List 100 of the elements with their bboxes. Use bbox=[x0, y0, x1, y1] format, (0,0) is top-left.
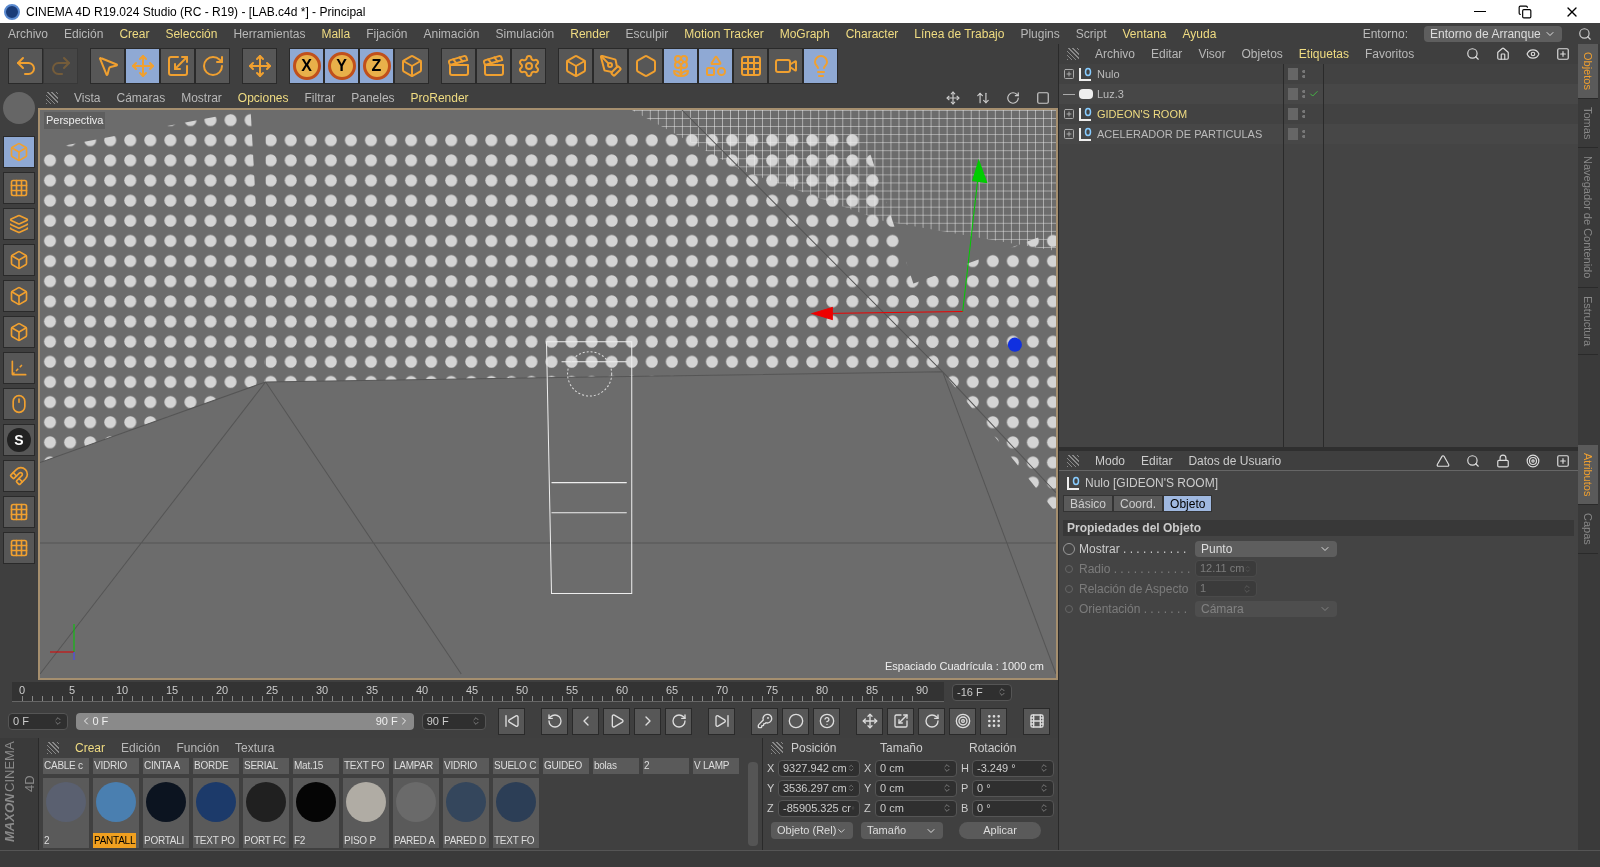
menu-item[interactable]: Textura bbox=[235, 740, 275, 756]
menu-item[interactable]: Favoritos bbox=[1364, 46, 1415, 62]
coordinate-field[interactable]: 0 ° bbox=[972, 799, 1054, 817]
toolbar-button[interactable] bbox=[160, 48, 195, 84]
menu-item[interactable]: Opciones bbox=[237, 90, 289, 106]
toolbar-button[interactable] bbox=[768, 48, 803, 84]
material-swatch[interactable]: TEXT FO bbox=[493, 778, 539, 848]
playback-button[interactable] bbox=[572, 707, 599, 735]
material-label[interactable]: CINTA A bbox=[143, 758, 189, 774]
playback-button[interactable] bbox=[949, 707, 976, 735]
tool-button[interactable] bbox=[3, 136, 35, 168]
toolbar-button[interactable] bbox=[698, 48, 733, 84]
visibility-toggle[interactable] bbox=[1288, 88, 1298, 100]
menu-item[interactable]: Malla bbox=[321, 25, 351, 42]
tool-button[interactable] bbox=[3, 172, 35, 204]
menu-item[interactable]: Selección bbox=[165, 25, 218, 42]
menu-item[interactable]: Modo bbox=[1095, 452, 1126, 469]
menu-item[interactable]: Objetos bbox=[1241, 46, 1283, 62]
playback-button[interactable] bbox=[541, 707, 568, 735]
material-label[interactable]: 2 bbox=[643, 758, 689, 774]
expand-icon[interactable] bbox=[1063, 108, 1075, 120]
menu-item[interactable]: Línea de Trabajo bbox=[914, 25, 1005, 42]
tool-button[interactable] bbox=[3, 460, 35, 492]
side-tab[interactable]: Objetos bbox=[1578, 44, 1598, 99]
coordinate-field[interactable]: -3.249 ° bbox=[972, 759, 1054, 777]
current-frame-field[interactable]: -16 F bbox=[952, 683, 1012, 701]
menu-item[interactable]: Character bbox=[845, 25, 899, 42]
material-label[interactable]: LAMPAR bbox=[393, 758, 439, 774]
expand-icon[interactable] bbox=[1063, 128, 1075, 140]
material-label[interactable]: Mat.15 bbox=[293, 758, 339, 774]
menu-item[interactable]: Archivo bbox=[1095, 46, 1135, 62]
toolbar-button[interactable] bbox=[663, 48, 698, 84]
playback-button[interactable] bbox=[498, 707, 525, 735]
menu-item[interactable]: Edición bbox=[121, 740, 161, 756]
material-swatch[interactable]: PARED A bbox=[393, 778, 439, 848]
menu-item[interactable]: Script bbox=[1075, 25, 1107, 42]
menu-item[interactable]: Vista bbox=[74, 90, 101, 106]
menu-item[interactable]: Filtrar bbox=[304, 90, 336, 106]
menu-item[interactable]: MoGraph bbox=[779, 25, 830, 42]
visibility-toggle[interactable] bbox=[1288, 128, 1298, 140]
playback-button[interactable] bbox=[980, 707, 1007, 735]
tool-button[interactable] bbox=[3, 316, 35, 348]
tool-button[interactable] bbox=[3, 532, 35, 564]
tool-button[interactable] bbox=[3, 352, 35, 384]
toolbar-button[interactable] bbox=[394, 48, 429, 84]
menu-item[interactable]: Animación bbox=[423, 25, 480, 42]
material-swatch[interactable]: F2 bbox=[293, 778, 339, 848]
coordinate-field[interactable]: 0 cm bbox=[875, 799, 957, 817]
menu-item[interactable]: Motion Tracker bbox=[684, 25, 764, 42]
menu-item[interactable]: Editar bbox=[1151, 46, 1183, 62]
toolbar-button[interactable] bbox=[8, 48, 43, 84]
menu-item[interactable]: Ayuda bbox=[1182, 25, 1217, 42]
material-swatch[interactable]: 2 bbox=[43, 778, 89, 848]
material-label[interactable]: TEXT FO bbox=[343, 758, 389, 774]
menu-item[interactable]: Etiquetas bbox=[1298, 46, 1349, 62]
material-label[interactable]: VIDRIO bbox=[93, 758, 139, 774]
menu-item[interactable]: Crear bbox=[75, 740, 105, 756]
menu-item[interactable]: Edición bbox=[64, 25, 104, 42]
menu-item[interactable]: Archivo bbox=[8, 25, 48, 42]
playback-button[interactable] bbox=[603, 707, 630, 735]
end-frame-field[interactable]: 90 F bbox=[421, 712, 486, 730]
material-swatch[interactable]: PORTALI bbox=[143, 778, 189, 848]
material-swatch[interactable]: PANTALL bbox=[93, 778, 139, 848]
toolbar-button[interactable] bbox=[511, 48, 546, 84]
menu-item[interactable]: Función bbox=[176, 740, 220, 756]
menu-item[interactable]: Plugins bbox=[1020, 25, 1060, 42]
toolbar-button[interactable] bbox=[242, 48, 277, 84]
layout-dropdown[interactable]: Entorno de Arranque bbox=[1424, 25, 1562, 42]
tool-button[interactable] bbox=[3, 388, 35, 420]
material-label[interactable]: BORDE bbox=[193, 758, 239, 774]
menu-item[interactable]: Render bbox=[570, 25, 610, 42]
tool-button[interactable] bbox=[3, 244, 35, 276]
toolbar-button[interactable] bbox=[803, 48, 838, 84]
dropdown[interactable]: Tamaño bbox=[861, 822, 943, 839]
visibility-toggle[interactable] bbox=[1288, 108, 1298, 120]
toolbar-button[interactable] bbox=[441, 48, 476, 84]
toolbar-button[interactable] bbox=[195, 48, 230, 84]
coordinate-field[interactable]: 3536.297 cm bbox=[778, 779, 860, 797]
tool-button[interactable] bbox=[3, 496, 35, 528]
toolbar-button[interactable] bbox=[593, 48, 628, 84]
toolbar-button[interactable] bbox=[125, 48, 160, 84]
toolbar-button[interactable] bbox=[476, 48, 511, 84]
toolbar-button[interactable]: Y bbox=[324, 48, 359, 84]
playback-button[interactable] bbox=[918, 707, 945, 735]
material-label[interactable]: CABLE c bbox=[43, 758, 89, 774]
menu-item[interactable]: Mostrar bbox=[181, 90, 222, 106]
menu-item[interactable]: Fijación bbox=[366, 25, 408, 42]
playback-button[interactable] bbox=[708, 707, 735, 735]
material-label[interactable]: GUIDEO bbox=[543, 758, 589, 774]
tab[interactable]: Básico bbox=[1063, 495, 1114, 512]
tool-button[interactable]: S bbox=[3, 424, 35, 456]
material-swatch[interactable]: PORT FC bbox=[243, 778, 289, 848]
tool-button[interactable] bbox=[3, 208, 35, 240]
menu-item[interactable]: Crear bbox=[119, 25, 150, 42]
coordinate-field[interactable]: 0 cm bbox=[875, 779, 957, 797]
visibility-toggle[interactable] bbox=[1288, 68, 1298, 80]
frame-range-slider[interactable]: 0 F 90 F bbox=[76, 712, 414, 730]
playback-button[interactable] bbox=[782, 707, 809, 735]
material-swatch[interactable]: PARED D bbox=[443, 778, 489, 848]
tab[interactable]: Coord. bbox=[1113, 495, 1164, 512]
